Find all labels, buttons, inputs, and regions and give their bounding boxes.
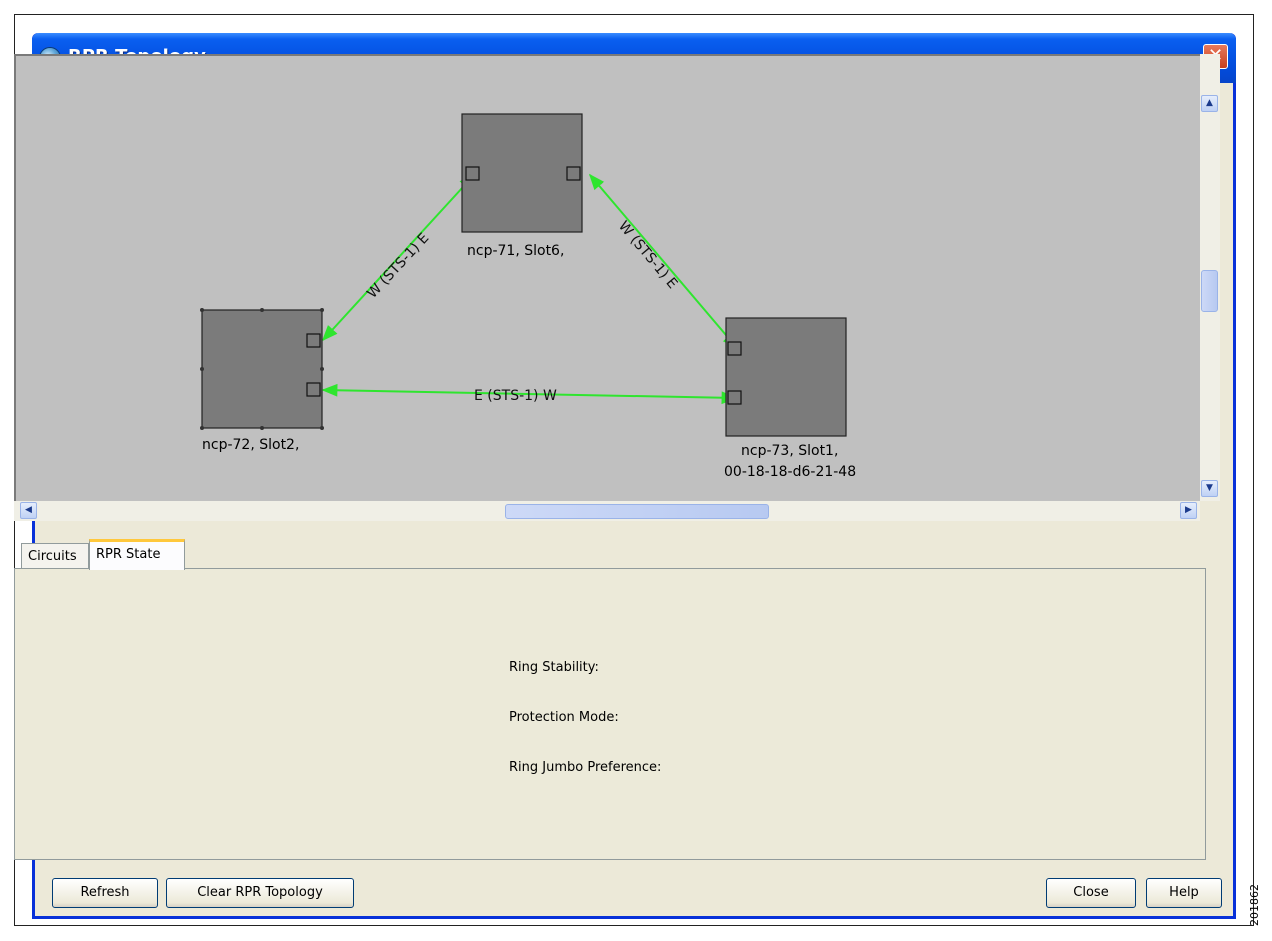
topology-canvas[interactable]: W (STS-1) E W (STS-1) E E (STS-1) W ncp-… — [14, 54, 1200, 501]
node-label-ncp-73-mac: 00-18-18-d6-21-48 — [724, 464, 856, 480]
refresh-button[interactable]: Refresh — [52, 878, 158, 908]
selection-handle[interactable] — [320, 308, 324, 312]
vertical-scrollbar[interactable]: ▲ ▼ — [1200, 54, 1220, 501]
link-label-72-71: W (STS-1) E — [364, 230, 432, 301]
vertical-scroll-thumb[interactable] — [1201, 270, 1218, 312]
scroll-down-icon[interactable]: ▼ — [1201, 480, 1218, 497]
link-label-71-73: W (STS-1) E — [615, 218, 680, 292]
horizontal-scroll-thumb[interactable] — [505, 504, 769, 519]
topology-diagram: W (STS-1) E W (STS-1) E E (STS-1) W ncp-… — [200, 113, 856, 480]
help-button[interactable]: Help — [1146, 878, 1222, 908]
rpr-state-panel: Ring Stability: Protection Mode: Ring Ju… — [14, 568, 1206, 860]
scroll-right-icon[interactable]: ▶ — [1180, 502, 1197, 519]
node-label-ncp-72: ncp-72, Slot2, — [202, 437, 299, 453]
selection-handle[interactable] — [200, 367, 204, 371]
tab-circuits[interactable]: Circuits — [21, 543, 89, 569]
selection-handle[interactable] — [260, 308, 264, 312]
selection-handle[interactable] — [320, 367, 324, 371]
selection-handle[interactable] — [320, 426, 324, 430]
protection-mode-label: Protection Mode: — [509, 710, 619, 725]
close-button[interactable]: Close — [1046, 878, 1136, 908]
tab-rpr-state[interactable]: RPR State — [89, 539, 185, 570]
node-ncp-73[interactable] — [725, 317, 847, 437]
ring-stability-label: Ring Stability: — [509, 660, 599, 675]
ring-jumbo-preference-label: Ring Jumbo Preference: — [509, 760, 662, 775]
horizontal-scrollbar[interactable]: ◀ ▶ — [14, 501, 1200, 521]
node-ncp-72[interactable] — [200, 308, 324, 430]
node-ncp-71[interactable] — [461, 113, 583, 233]
link-label-72-73: E (STS-1) W — [474, 388, 557, 404]
clear-rpr-topology-button[interactable]: Clear RPR Topology — [166, 878, 354, 908]
selection-handle[interactable] — [200, 308, 204, 312]
figure-id: 201862 — [1248, 884, 1261, 926]
scroll-left-icon[interactable]: ◀ — [20, 502, 37, 519]
selection-handle[interactable] — [260, 426, 264, 430]
node-label-ncp-73: ncp-73, Slot1, — [741, 443, 838, 459]
selection-handle[interactable] — [200, 426, 204, 430]
scroll-up-icon[interactable]: ▲ — [1201, 95, 1218, 112]
node-label-ncp-71: ncp-71, Slot6, — [467, 243, 564, 259]
